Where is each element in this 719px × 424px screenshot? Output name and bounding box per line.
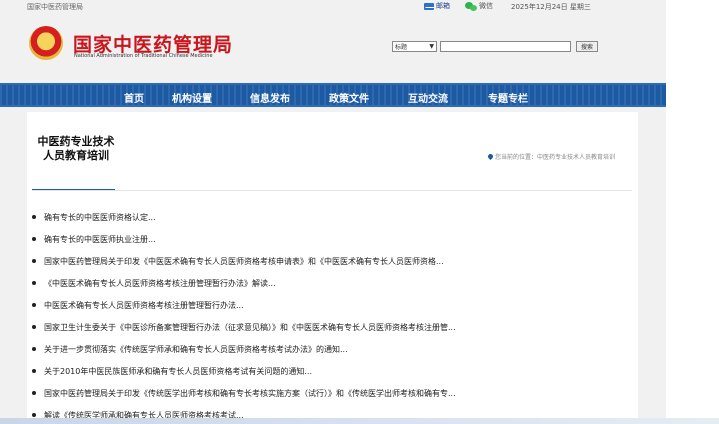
site-header: 国家中医药管理局 National Administration of Trad…	[0, 14, 666, 83]
list-item[interactable]: 关于2010年中医民族医师承和确有专长人员医师资格考试有关问题的通知...	[32, 364, 312, 378]
bullet-icon	[32, 303, 36, 307]
breadcrumb-text[interactable]: 您当前的位置：中医药专业技术人员教育培训	[495, 152, 615, 161]
list-item[interactable]: 确有专长的中医医师资格认定...	[32, 210, 156, 224]
list-item[interactable]: 国家卫生计生委关于《中医诊所备案管理暂行办法（征求意见稿）》和《中医医术确有专长…	[32, 320, 456, 334]
location-pin-icon	[486, 152, 495, 161]
top-bar: 国家中医药管理局 邮箱 微信 2025年12月24日 星期三	[0, 0, 666, 14]
list-item[interactable]: 国家中医药管理局关于印发《传统医学出师考核和确有专长考核实施方案（试行）》和《传…	[32, 386, 456, 400]
search-button[interactable]: 搜索	[576, 41, 598, 52]
list-item[interactable]: 确有专长的中医医师执业注册...	[32, 232, 156, 246]
date-display: 2025年12月24日 星期三	[511, 3, 591, 11]
bullet-icon	[32, 215, 36, 219]
nav-item-policy[interactable]: 政策文件	[329, 90, 369, 105]
list-item-title[interactable]: 国家中医药管理局关于印发《传统医学出师考核和确有专长考核实施方案（试行）》和《传…	[44, 388, 456, 399]
search-scope-select[interactable]: 标题 ▼	[392, 41, 437, 52]
list-item-title[interactable]: 中医医术确有专长人员医师资格考核注册管理暂行办法...	[44, 300, 244, 311]
search-scope-value: 标题	[395, 44, 408, 51]
logo-subtitle: National Administration of Traditional C…	[74, 53, 213, 59]
list-item-title[interactable]: 关于进一步贯彻落实《传统医学师承和确有专长人员医师资格考核考试办法》的通知...	[44, 344, 348, 355]
list-item[interactable]: 《中医医术确有专长人员医师资格考核注册管理暂行办法》解读...	[32, 276, 276, 290]
nav-item-organization[interactable]: 机构设置	[172, 90, 212, 105]
section-title: 中医药专业技术人员教育培训	[37, 135, 115, 162]
chevron-down-icon: ▼	[429, 43, 434, 50]
nav-item-news[interactable]: 信息发布	[250, 90, 290, 105]
mail-link[interactable]: 邮箱	[424, 1, 450, 11]
main-nav: 首页 机构设置 信息发布 政策文件 互动交流 专题专栏	[0, 83, 666, 107]
bullet-icon	[32, 325, 36, 329]
wechat-link[interactable]: 微信	[465, 1, 493, 11]
bottom-edge	[0, 418, 719, 424]
bullet-icon	[32, 281, 36, 285]
national-emblem-icon	[29, 26, 63, 60]
list-item-title[interactable]: 确有专长的中医医师执业注册...	[44, 234, 156, 245]
mail-label: 邮箱	[436, 2, 450, 10]
mail-icon	[424, 2, 434, 10]
wechat-label: 微信	[479, 2, 493, 10]
section-divider	[32, 190, 632, 191]
list-item-title[interactable]: 确有专长的中医医师资格认定...	[44, 212, 156, 223]
list-item[interactable]: 国家中医药管理局关于印发《中医医术确有专长人员医师资格考核申请表》和《中医医术确…	[32, 254, 444, 268]
wechat-icon	[465, 1, 477, 11]
search-input[interactable]	[440, 41, 571, 52]
breadcrumb: 您当前的位置：中医药专业技术人员教育培训	[486, 152, 615, 161]
nav-item-home[interactable]: 首页	[124, 90, 144, 105]
site-name-link[interactable]: 国家中医药管理局	[27, 2, 83, 12]
list-item-title[interactable]: 关于2010年中医民族医师承和确有专长人员医师资格考试有关问题的通知...	[44, 366, 312, 377]
bullet-icon	[32, 413, 36, 417]
bullet-icon	[32, 391, 36, 395]
list-item-title[interactable]: 国家卫生计生委关于《中医诊所备案管理暂行办法（征求意见稿）》和《中医医术确有专长…	[44, 322, 456, 333]
nav-item-topics[interactable]: 专题专栏	[488, 90, 528, 105]
list-item-title[interactable]: 《中医医术确有专长人员医师资格考核注册管理暂行办法》解读...	[44, 278, 276, 289]
list-item[interactable]: 中医医术确有专长人员医师资格考核注册管理暂行办法...	[32, 298, 244, 312]
main-content: 中医药专业技术人员教育培训 您当前的位置：中医药专业技术人员教育培训 确有专长的…	[27, 112, 638, 424]
bullet-icon	[32, 259, 36, 263]
list-item[interactable]: 关于进一步贯彻落实《传统医学师承和确有专长人员医师资格考核考试办法》的通知...	[32, 342, 348, 356]
bullet-icon	[32, 347, 36, 351]
list-item-title[interactable]: 国家中医药管理局关于印发《中医医术确有专长人员医师资格考核申请表》和《中医医术确…	[44, 256, 444, 267]
nav-item-interaction[interactable]: 互动交流	[408, 90, 448, 105]
right-margin	[666, 0, 719, 424]
bullet-icon	[32, 369, 36, 373]
bullet-icon	[32, 237, 36, 241]
